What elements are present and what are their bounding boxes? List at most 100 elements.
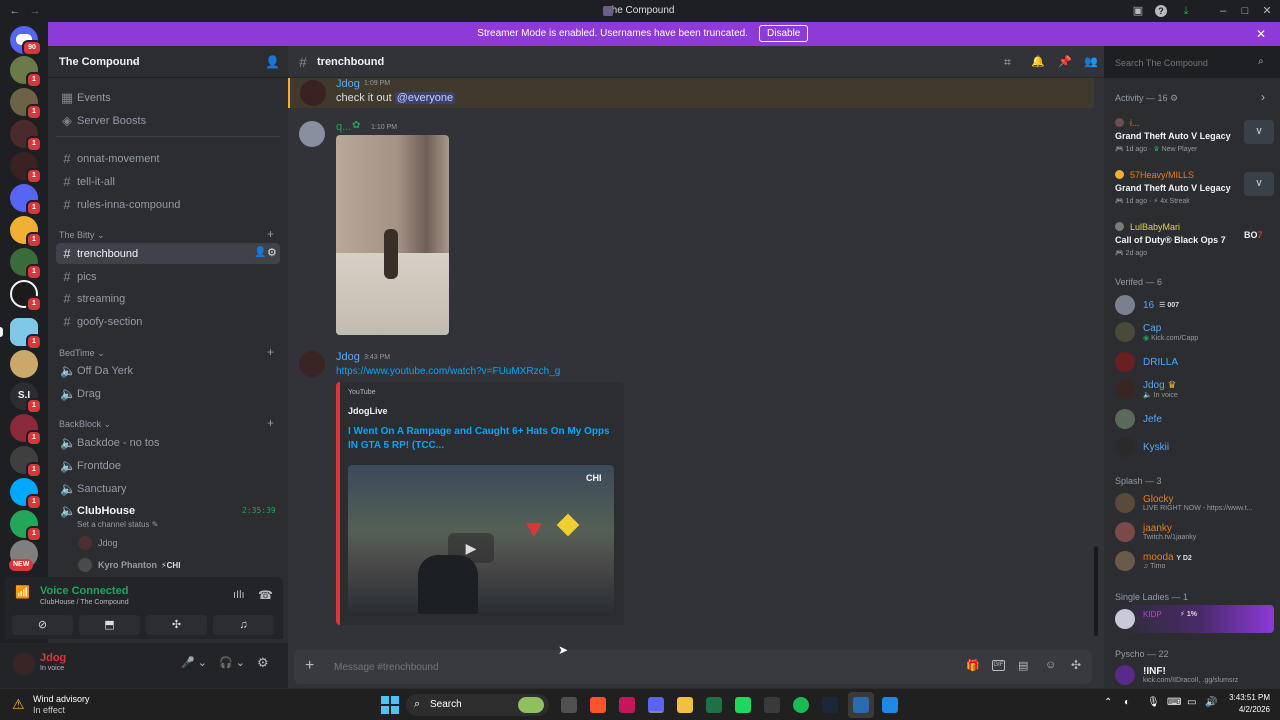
brave-icon[interactable] xyxy=(590,697,606,713)
add-channel-icon[interactable]: + xyxy=(267,227,274,241)
avatar[interactable] xyxy=(13,653,35,675)
voice-channel-backdoe[interactable]: 🔈 Backdoe - no tos xyxy=(56,432,280,453)
member-item[interactable]: KIDP ⚡ 1% xyxy=(1112,605,1274,633)
microphone-icon[interactable]: 🎙 xyxy=(1147,697,1160,708)
noise-suppression-icon[interactable]: ıIlı xyxy=(233,589,245,601)
embed-author[interactable]: JdogLive xyxy=(348,406,388,416)
message-author[interactable]: q... xyxy=(336,121,351,133)
image-attachment[interactable] xyxy=(336,135,449,335)
search-input[interactable] xyxy=(1115,55,1255,70)
task-view-icon[interactable] xyxy=(561,697,577,713)
mention-message[interactable]: Jdog 1:09 PM check it out @everyone xyxy=(288,78,1094,108)
message-input[interactable] xyxy=(334,658,894,676)
excel-icon[interactable] xyxy=(706,697,722,713)
member-list-icon[interactable]: 👥 xyxy=(1084,55,1098,68)
gift-icon[interactable]: 🎁 xyxy=(966,659,980,672)
invite-icon[interactable]: 👤 xyxy=(254,247,266,258)
category-backblock[interactable]: BackBlock ⌄ xyxy=(59,419,111,430)
events-item[interactable]: ▦ Events xyxy=(56,87,280,108)
network-icon[interactable]: ▭ xyxy=(1187,697,1196,708)
category-bedtime[interactable]: BedTime ⌄ xyxy=(59,348,105,359)
channel-onnat-movement[interactable]: # onnat-movement xyxy=(56,148,280,169)
add-attachment-icon[interactable]: + xyxy=(305,657,314,675)
member-item[interactable]: Jdog ♛ 🔈 In voice xyxy=(1115,379,1178,399)
inbox-icon[interactable]: ▣ xyxy=(1131,4,1145,18)
member-item[interactable]: Jefe xyxy=(1115,409,1162,429)
help-icon[interactable]: ? xyxy=(1155,5,1167,17)
windows-start-icon[interactable] xyxy=(381,696,399,714)
add-channel-icon[interactable]: + xyxy=(267,416,274,430)
voice-user[interactable]: Kyro Phanton ⚡CHI xyxy=(78,558,180,572)
chevron-up-icon[interactable]: ⌃ xyxy=(1104,697,1112,708)
member-item[interactable]: !INF! kick.com/IIDracoII, .gg/slumsrz xyxy=(1115,665,1238,685)
pin-icon[interactable]: 📌 xyxy=(1058,55,1072,68)
app-icon[interactable] xyxy=(764,697,780,713)
scrollbar[interactable] xyxy=(1094,546,1098,636)
video-thumbnail[interactable]: ▶ CHI xyxy=(348,465,614,614)
activities-button[interactable]: ✣ xyxy=(146,615,207,635)
discord-icon[interactable] xyxy=(648,697,664,713)
voice-channel-clubhouse[interactable]: 🔈 ClubHouse 2:35:39 xyxy=(56,500,280,521)
activity-card[interactable]: i... Grand Theft Auto V Legacy 🎮 1d ago … xyxy=(1112,112,1274,156)
camera-off-button[interactable]: ⊘ xyxy=(12,615,73,635)
voice-channel-sanctuary[interactable]: 🔈 Sanctuary xyxy=(56,478,280,499)
search-box[interactable]: ⌕ xyxy=(1109,53,1274,72)
channel-trenchbound[interactable]: # trenchbound 👤 ⚙ xyxy=(56,243,280,264)
headphones-icon[interactable]: 🎧 ⌄ xyxy=(219,656,245,669)
threads-icon[interactable]: ⌗ xyxy=(1004,55,1011,70)
mention-everyone[interactable]: @everyone xyxy=(394,92,456,104)
soundboard-button[interactable]: ♫ xyxy=(213,615,274,635)
disconnect-icon[interactable]: ☎ xyxy=(258,588,273,602)
avatar[interactable] xyxy=(299,351,325,377)
emoji-icon[interactable]: ☺ xyxy=(1045,659,1056,671)
tray-icon[interactable]: ◐ xyxy=(1124,697,1130,708)
bell-icon[interactable]: 🔔 xyxy=(1031,55,1045,68)
member-item[interactable]: DRILLA xyxy=(1115,352,1178,372)
close-icon[interactable]: ✕ xyxy=(1256,27,1266,41)
apps-icon[interactable]: ✣ xyxy=(1071,658,1081,672)
volume-icon[interactable]: 🔊 xyxy=(1205,697,1217,708)
disable-button[interactable]: Disable xyxy=(759,25,809,42)
add-member-icon[interactable]: 👤 xyxy=(265,55,280,69)
clock-time[interactable]: 3:43:51 PM xyxy=(1224,693,1270,702)
app-icon[interactable] xyxy=(619,697,635,713)
member-item[interactable]: 16 ☰ 007 xyxy=(1115,295,1179,315)
avatar[interactable] xyxy=(300,80,326,106)
member-item[interactable]: Cap ◉ Kick.com/Capp xyxy=(1115,322,1198,342)
activity-card[interactable]: LulBabyMari Call of Duty® Black Ops 7 🎮 … xyxy=(1112,216,1274,260)
gear-icon[interactable]: ⚙ xyxy=(267,246,277,259)
user-name[interactable]: Jdog xyxy=(40,652,66,664)
app-icon[interactable] xyxy=(882,697,898,713)
taskbar-search[interactable]: ⌕ Search xyxy=(406,694,549,716)
file-explorer-icon[interactable] xyxy=(677,697,693,713)
channel-streaming[interactable]: # streaming xyxy=(56,288,280,309)
gif-icon[interactable]: GIF xyxy=(992,660,1005,671)
member-item[interactable]: mooda Y D2 ♫ Timo xyxy=(1115,551,1192,571)
spotify-icon[interactable] xyxy=(793,697,809,713)
screen-share-button[interactable]: ⬒ xyxy=(79,615,140,635)
microphone-icon[interactable]: 🎤 ⌄ xyxy=(181,656,207,669)
voice-status[interactable]: Voice Connected xyxy=(40,585,128,597)
avatar[interactable] xyxy=(299,121,325,147)
channel-status[interactable]: Set a channel status ✎ xyxy=(77,520,158,529)
channel-rules-inna-compound[interactable]: # rules-inna-compound xyxy=(56,194,280,215)
clock-date[interactable]: 4/2/2026 xyxy=(1224,705,1270,714)
chevron-right-icon[interactable]: › xyxy=(1261,90,1265,104)
member-item[interactable]: jaanky Twitch.tv/1jaanky xyxy=(1115,522,1196,542)
message-author[interactable]: Jdog xyxy=(336,351,360,363)
sticker-icon[interactable]: ▤ xyxy=(1018,659,1028,672)
member-item[interactable]: Glocky LIVE RIGHT NOW - https://www.t... xyxy=(1115,493,1253,513)
voice-channel-off-da-yerk[interactable]: 🔈 Off Da Yerk xyxy=(56,360,280,381)
download-icon[interactable]: ⤓ xyxy=(1179,4,1193,18)
add-channel-icon[interactable]: + xyxy=(267,345,274,359)
user-settings-icon[interactable]: ⚙ xyxy=(257,655,269,671)
message-author[interactable]: Jdog xyxy=(336,78,360,90)
channel-goofy-section[interactable]: # goofy-section xyxy=(56,311,280,332)
weather-title[interactable]: Wind advisory xyxy=(33,694,90,704)
minimize-icon[interactable]: – xyxy=(1216,4,1230,18)
member-item[interactable]: Kyskii xyxy=(1115,437,1169,457)
steam-icon[interactable] xyxy=(822,697,838,713)
activity-card[interactable]: 57Heavy/MILLS Grand Theft Auto V Legacy … xyxy=(1112,164,1274,208)
channel-tell-it-all[interactable]: # tell-it-all xyxy=(56,171,280,192)
voice-channel-drag[interactable]: 🔈 Drag xyxy=(56,383,280,404)
